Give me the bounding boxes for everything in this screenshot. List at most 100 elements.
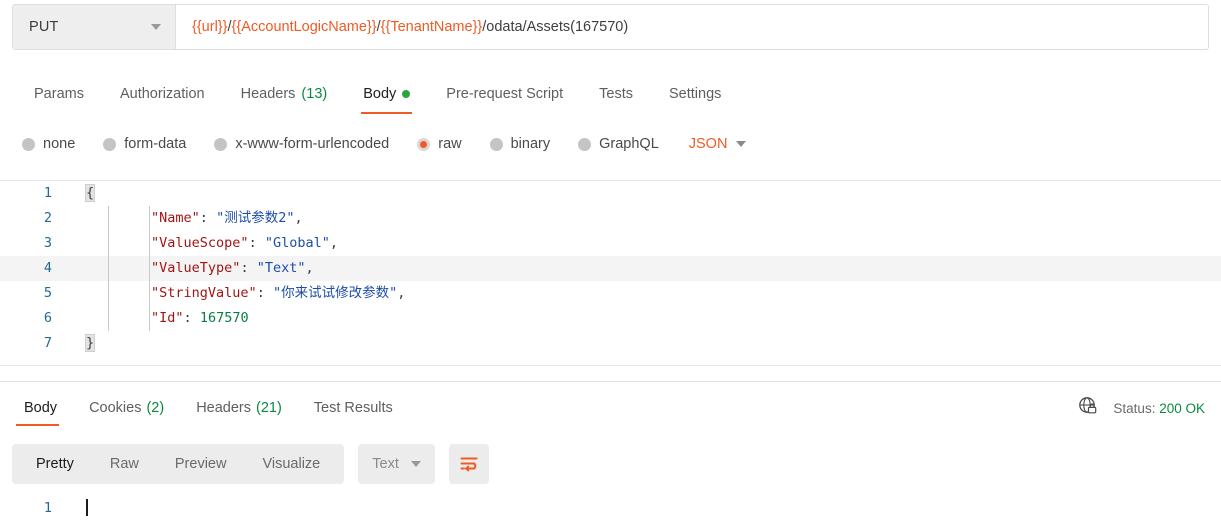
response-line: 1 — [0, 496, 1221, 521]
radio-icon[interactable] — [22, 137, 35, 151]
line-number: 7 — [43, 335, 52, 351]
editor-line-code: "StringValue": "你来试试修改参数", — [64, 281, 1221, 306]
response-tab-cookies[interactable]: Cookies (2) — [73, 390, 180, 426]
token-pun: : — [199, 210, 217, 226]
radio-icon[interactable] — [578, 137, 592, 151]
tab-authorization[interactable]: Authorization — [102, 74, 223, 114]
request-url-bar: PUT {{url}}/{{AccountLogicName}}/{{Tenan… — [12, 4, 1209, 50]
response-format-label: Text — [372, 456, 399, 472]
url-input[interactable]: {{url}}/{{AccountLogicName}}/{{TenantNam… — [176, 5, 1208, 49]
body-type-label: raw — [438, 136, 462, 152]
response-tab-headers[interactable]: Headers (21) — [180, 390, 298, 426]
response-tab-count: (21) — [256, 400, 282, 416]
tab-label: Tests — [599, 86, 633, 102]
tab-tests[interactable]: Tests — [581, 74, 651, 114]
body-format-select[interactable]: JSON — [689, 136, 747, 152]
line-number: 5 — [43, 285, 52, 301]
editor-line: 5 "StringValue": "你来试试修改参数", — [0, 281, 1221, 306]
body-type-none[interactable]: none — [22, 136, 75, 152]
body-type-label: GraphQL — [599, 136, 659, 152]
tab-body[interactable]: Body — [345, 74, 428, 114]
url-segment-5: /odata/Assets(167570) — [482, 19, 629, 35]
response-tab-test-results[interactable]: Test Results — [298, 390, 409, 426]
url-segment-0: {{url}} — [192, 19, 228, 35]
section-divider — [0, 381, 1221, 382]
chevron-down-icon — [151, 24, 161, 30]
token-str: "你来试试修改参数" — [272, 285, 398, 301]
body-type-form-data[interactable]: form-data — [103, 136, 186, 152]
response-body-viewer[interactable]: 1 — [0, 496, 1221, 531]
response-status-area: Status: 200 OK — [1077, 394, 1205, 422]
token-num: 167570 — [199, 310, 249, 326]
body-type-label: form-data — [124, 136, 187, 152]
request-body-editor[interactable]: 1{2 "Name": "测试参数2", 3 "ValueScope": "Glo… — [0, 180, 1221, 366]
editor-line-code: } — [64, 331, 1221, 356]
indent-guide — [149, 281, 150, 306]
tab-headers[interactable]: Headers (13) — [223, 74, 346, 114]
chevron-down-icon — [410, 461, 421, 467]
radio-icon[interactable] — [417, 137, 431, 151]
tab-settings[interactable]: Settings — [651, 74, 739, 114]
body-type-x-www-form-urlencoded[interactable]: x-www-form-urlencoded — [214, 136, 389, 152]
token-key: "Id" — [86, 310, 184, 326]
token-key: "ValueType" — [86, 260, 241, 276]
indent-guide — [149, 306, 150, 331]
indent-guide — [149, 206, 150, 231]
editor-line: 6 "Id": 167570 — [0, 306, 1221, 331]
line-number: 3 — [43, 235, 52, 251]
body-type-binary[interactable]: binary — [489, 136, 551, 152]
response-toolbar: Pretty Raw Preview Visualize Text — [12, 444, 489, 484]
globe-lock-icon[interactable] — [1077, 395, 1099, 422]
indent-guide — [108, 231, 109, 256]
view-mode-preview[interactable]: Preview — [157, 444, 245, 484]
tab-label: Params — [34, 86, 84, 102]
tab-label: Settings — [668, 86, 722, 102]
token-pun: , — [397, 285, 406, 301]
token-pun: : — [240, 260, 257, 276]
view-mode-raw[interactable]: Raw — [92, 444, 157, 484]
response-tab-label: Test Results — [313, 400, 393, 416]
tab-params[interactable]: Params — [16, 74, 102, 114]
token-brace: } — [84, 334, 96, 352]
token-key: "ValueScope" — [86, 235, 249, 251]
tab-pre-request-script[interactable]: Pre-request Script — [428, 74, 581, 114]
editor-line: 2 "Name": "测试参数2", — [0, 206, 1221, 231]
response-format-select[interactable]: Text — [358, 444, 435, 484]
response-tab-label: Headers — [196, 400, 251, 416]
tab-label: Authorization — [119, 86, 205, 102]
body-format-label: JSON — [688, 136, 728, 152]
word-wrap-icon[interactable] — [448, 444, 489, 484]
body-type-graphql[interactable]: GraphQL — [578, 136, 659, 152]
editor-line-code: "ValueType": "Text", — [64, 256, 1221, 281]
status-badge: Status: 200 OK — [1113, 401, 1205, 416]
radio-icon[interactable] — [103, 137, 117, 151]
response-view-mode-group: Pretty Raw Preview Visualize — [12, 444, 345, 484]
line-number: 1 — [43, 500, 52, 516]
indent-guide — [149, 256, 150, 281]
token-pun: , — [329, 235, 338, 251]
response-tab-label: Cookies — [89, 400, 142, 416]
token-pun: , — [294, 210, 303, 226]
indent-guide — [149, 231, 150, 256]
status-label: Status: — [1113, 400, 1156, 416]
view-mode-visualize[interactable]: Visualize — [244, 444, 338, 484]
view-mode-pretty[interactable]: Pretty — [18, 444, 92, 484]
body-type-label: binary — [510, 136, 551, 152]
text-cursor — [86, 498, 88, 516]
editor-line-code: "Id": 167570 — [64, 306, 1221, 331]
response-tab-bar: Body Cookies (2) Headers (21) Test Results — [0, 390, 1221, 426]
token-str: "Text" — [256, 260, 306, 276]
body-present-indicator-icon — [402, 90, 411, 98]
line-number: 2 — [43, 210, 52, 226]
radio-icon[interactable] — [489, 137, 503, 151]
body-type-radio-group: none form-data x-www-form-urlencoded raw bin… — [0, 128, 1221, 160]
response-tab-body[interactable]: Body — [8, 390, 73, 426]
body-type-label: x-www-form-urlencoded — [235, 136, 390, 152]
line-number: 6 — [43, 310, 52, 326]
line-number: 4 — [43, 260, 52, 276]
body-type-raw[interactable]: raw — [417, 136, 462, 152]
http-method-select[interactable]: PUT — [13, 5, 176, 49]
radio-icon[interactable] — [214, 137, 228, 151]
response-tab-count: (2) — [146, 400, 165, 416]
token-pun: : — [183, 310, 200, 326]
